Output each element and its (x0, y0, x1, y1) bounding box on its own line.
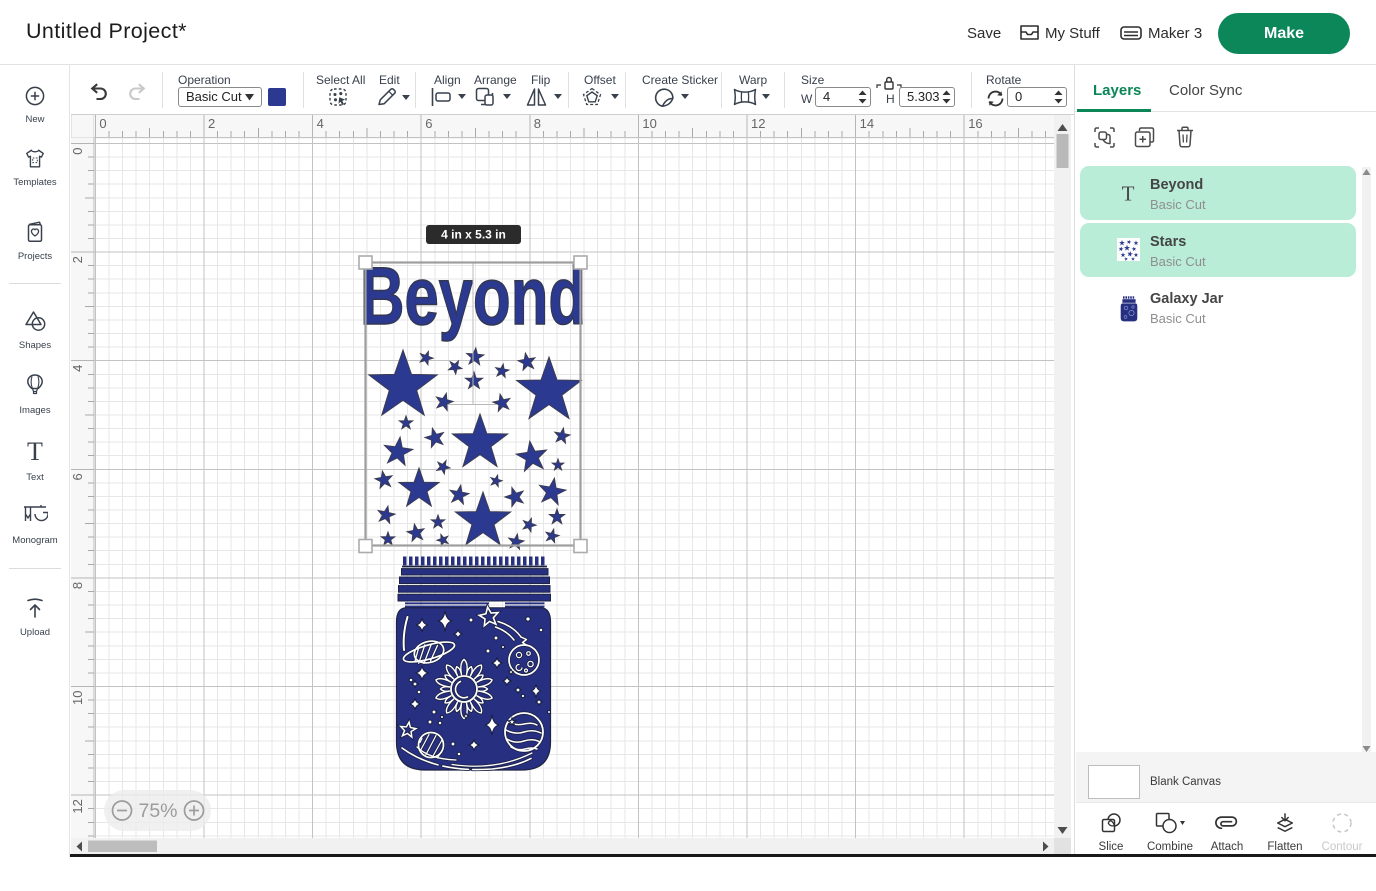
svg-text:2: 2 (71, 256, 85, 263)
svg-text:4: 4 (317, 116, 324, 131)
svg-text:12: 12 (71, 799, 85, 813)
svg-text:4: 4 (71, 365, 85, 372)
svg-text:10: 10 (642, 116, 656, 131)
svg-text:0: 0 (99, 116, 106, 131)
svg-text:T: T (27, 440, 43, 464)
svg-text:T: T (1122, 185, 1135, 203)
svg-text:0: 0 (71, 148, 85, 155)
svg-text:16: 16 (968, 116, 982, 131)
svg-text:6: 6 (425, 116, 432, 131)
svg-text:6: 6 (71, 473, 85, 480)
svg-text:4 in x 5.3 in: 4 in x 5.3 in (441, 228, 506, 242)
svg-text:12: 12 (751, 116, 765, 131)
svg-text:2: 2 (208, 116, 215, 131)
svg-text:10: 10 (71, 691, 85, 705)
svg-text:14: 14 (860, 116, 874, 131)
svg-text:75%: 75% (138, 800, 177, 822)
svg-text:8: 8 (534, 116, 541, 131)
svg-text:8: 8 (71, 582, 85, 589)
